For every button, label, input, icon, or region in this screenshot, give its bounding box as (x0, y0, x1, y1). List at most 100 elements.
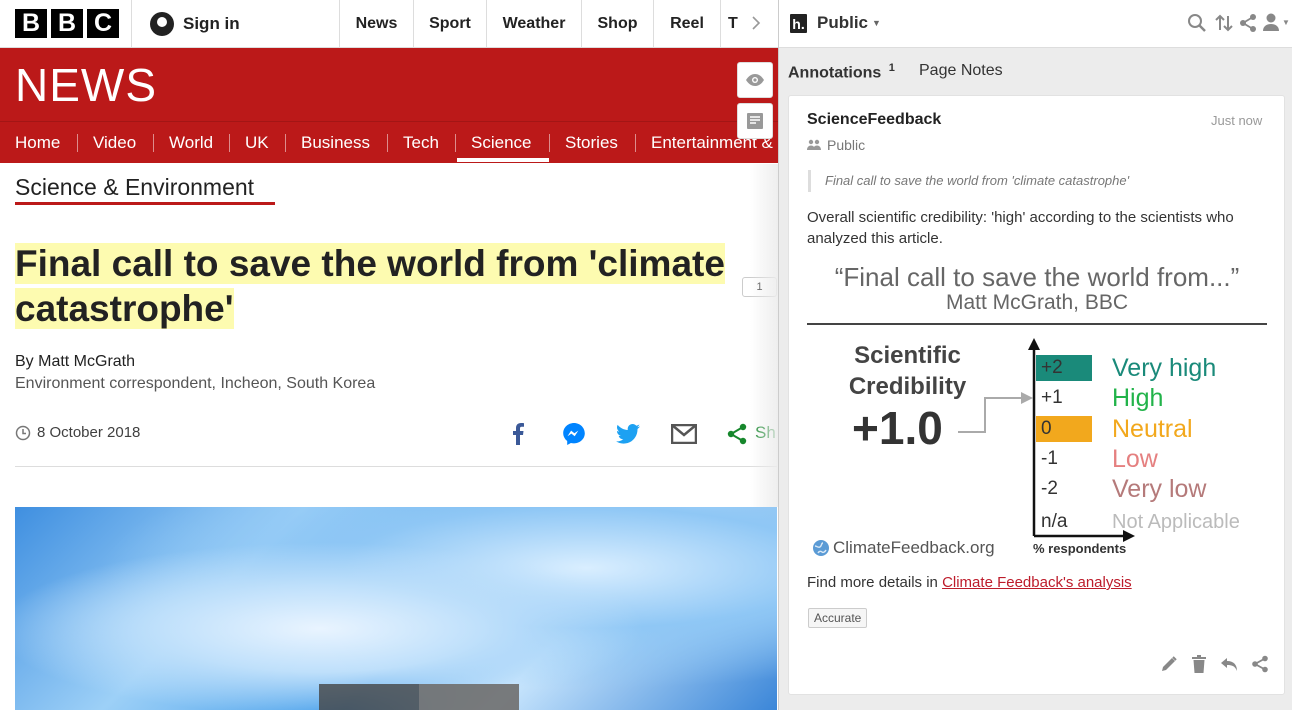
sign-in-link[interactable]: Sign in (150, 12, 240, 36)
scale-value: -2 (1041, 478, 1058, 499)
secnav-video[interactable]: Video (93, 122, 136, 163)
scale-label: High (1112, 384, 1164, 412)
sign-in-label: Sign in (183, 14, 240, 33)
group-icon (807, 139, 821, 150)
scale-value: +2 (1036, 355, 1092, 381)
active-tab-indicator (457, 158, 549, 162)
publish-date: 8 October 2018 (37, 424, 141, 441)
glacier-photo (15, 507, 777, 710)
reply-icon[interactable] (1218, 653, 1240, 675)
facebook-share-icon[interactable] (504, 421, 532, 447)
scale-label: Very high (1112, 354, 1217, 382)
headline-line-2: catastrophe' (15, 288, 234, 329)
new-page-note-button[interactable] (737, 103, 773, 139)
scale-value: n/a (1041, 511, 1068, 532)
secnav-science[interactable]: Science (471, 122, 531, 163)
messenger-share-icon[interactable] (560, 421, 588, 447)
details-prefix: Find more details in (807, 574, 943, 591)
topnav-sport[interactable]: Sport (414, 0, 486, 48)
sidebar-edge-shadow (750, 164, 778, 507)
scale-value: +1 (1041, 387, 1063, 408)
analysis-link[interactable]: Climate Feedback's analysis (942, 574, 1132, 591)
article-headline: Final call to save the world from 'clima… (15, 241, 777, 331)
annotation-tag[interactable]: Accurate (808, 608, 868, 628)
secnav-business[interactable]: Business (301, 122, 370, 163)
bbc-logo-letter: C (87, 9, 119, 38)
annotation-quote: Final call to save the world from 'clima… (808, 170, 1129, 192)
divider (387, 134, 388, 152)
article-divider (15, 466, 777, 467)
scale-value: 0 (1036, 416, 1092, 442)
group-name: Public (817, 13, 869, 32)
section-nav: Home Video World UK Business Tech Scienc… (0, 121, 778, 163)
section-title[interactable]: Science & Environment (15, 174, 254, 201)
search-icon[interactable] (1187, 13, 1207, 38)
topnav-news[interactable]: News (340, 0, 413, 48)
user-menu[interactable]: ▼ (1262, 12, 1290, 32)
divider (285, 134, 286, 152)
caret-down-icon: ▼ (1282, 17, 1290, 27)
media-caption-bar (419, 684, 519, 710)
tab-page-notes[interactable]: Page Notes (919, 62, 1003, 80)
divider (131, 0, 132, 48)
tab-annotations-label: Annotations (788, 64, 882, 82)
collapse-sidebar-chevron-icon[interactable] (750, 14, 762, 37)
share-icon[interactable] (1239, 13, 1257, 38)
visibility-label: Public (827, 137, 866, 153)
divider (77, 134, 78, 152)
tab-annotations-count: 1 (888, 62, 895, 74)
share-icon[interactable] (723, 421, 751, 447)
dateline: 8 October 2018 (15, 424, 140, 441)
scale-label: Low (1112, 445, 1158, 473)
secnav-home[interactable]: Home (15, 122, 60, 163)
share-annotation-icon[interactable] (1249, 653, 1271, 675)
details-line: Find more details in Climate Feedback's … (807, 574, 1132, 591)
bbc-logo[interactable]: B B C (15, 9, 119, 38)
delete-icon[interactable] (1188, 653, 1210, 675)
topnav-reel[interactable]: Reel (654, 0, 720, 48)
globe-icon (813, 540, 829, 556)
divider (635, 134, 636, 152)
email-share-icon[interactable] (670, 421, 698, 447)
caret-down-icon: ▼ (872, 18, 881, 28)
bbc-logo-letter: B (51, 9, 83, 38)
user-icon (1263, 13, 1279, 31)
note-icon (747, 113, 763, 129)
graphic-subtitle: Matt McGrath, BBC (945, 291, 1129, 314)
clock-icon (15, 425, 31, 440)
user-icon (150, 12, 174, 36)
secnav-world[interactable]: World (169, 122, 213, 163)
group-selector[interactable]: Public ▼ (817, 13, 881, 33)
climatefeedback-logo[interactable]: ClimateFeedback.org (812, 538, 995, 558)
source-label: ClimateFeedback.org (833, 538, 995, 557)
byline: By Matt McGrath (15, 353, 136, 370)
twitter-share-icon[interactable] (614, 421, 642, 447)
tab-annotations[interactable]: Annotations 1 (788, 62, 895, 82)
toggle-highlights-button[interactable] (737, 62, 773, 98)
divider (229, 134, 230, 152)
annotation-timestamp[interactable]: Just now (1211, 113, 1262, 128)
scale-label: Not Applicable (1112, 511, 1240, 533)
graphic-rule (807, 323, 1267, 325)
topnav-shop[interactable]: Shop (582, 0, 653, 48)
secnav-stories[interactable]: Stories (565, 122, 618, 163)
hypothesis-logo-icon[interactable]: h. (790, 14, 807, 33)
bbc-logo-letter: B (15, 9, 47, 38)
divider (720, 0, 721, 48)
topnav-travel[interactable]: T (728, 0, 742, 48)
eye-icon (746, 74, 764, 86)
topnav-weather[interactable]: Weather (487, 0, 581, 48)
secnav-tech[interactable]: Tech (403, 122, 439, 163)
headline-line-1: Final call to save the world from 'clima… (15, 243, 725, 284)
credibility-score: +1.0 (852, 402, 943, 454)
visibility-indicator: Public (807, 137, 865, 153)
bbc-top-bar: B B C Sign in News Sport Weather Shop Re… (0, 0, 778, 48)
news-banner: NEWS (0, 48, 778, 121)
divider (549, 134, 550, 152)
news-logo[interactable]: NEWS (15, 58, 157, 112)
secnav-uk[interactable]: UK (245, 122, 269, 163)
annotation-username[interactable]: ScienceFeedback (807, 111, 941, 129)
edit-icon[interactable] (1158, 653, 1180, 675)
axis-label: % respondents (1033, 541, 1127, 556)
sort-icon[interactable] (1214, 13, 1234, 38)
